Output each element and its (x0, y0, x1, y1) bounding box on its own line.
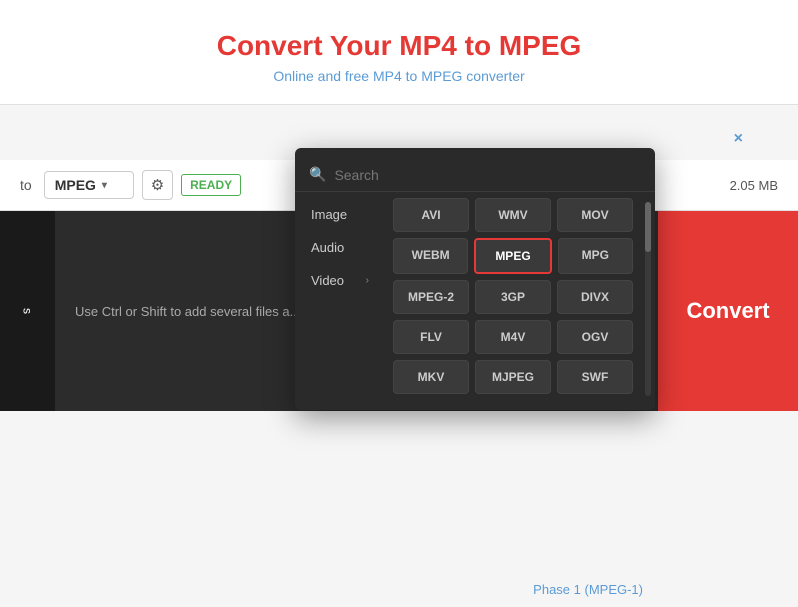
format-row-1: AVI WMV MOV (393, 198, 633, 232)
close-icon[interactable]: × (734, 130, 743, 148)
format-dropdown[interactable]: MPEG ▾ (44, 171, 134, 199)
phase-label: Phase 1 (MPEG-1) (533, 582, 643, 597)
left-panel-label: s (21, 308, 35, 314)
ready-badge: READY (181, 174, 241, 196)
format-btn-mov[interactable]: MOV (557, 198, 633, 232)
instruction-text: Use Ctrl or Shift to add several files a… (75, 304, 300, 319)
scrollbar-thumb[interactable] (645, 202, 651, 252)
category-image-label: Image (311, 207, 347, 222)
category-list: Image Audio Video › (295, 198, 385, 400)
format-btn-mpeg2[interactable]: MPEG-2 (393, 280, 469, 314)
to-label: to (20, 177, 32, 193)
category-item-image[interactable]: Image (299, 198, 381, 231)
format-btn-webm[interactable]: WEBM (393, 238, 468, 274)
format-btn-mpg[interactable]: MPG (558, 238, 633, 274)
format-btn-divx[interactable]: DIVX (557, 280, 633, 314)
format-row-3: MPEG-2 3GP DIVX (393, 280, 633, 314)
format-row-2: WEBM MPEG MPG (393, 238, 633, 274)
category-video-label: Video (311, 273, 344, 288)
format-btn-wmv[interactable]: WMV (475, 198, 551, 232)
convert-button[interactable]: Convert (658, 211, 798, 411)
scrollbar-track (645, 202, 651, 396)
format-btn-avi[interactable]: AVI (393, 198, 469, 232)
search-input[interactable] (334, 167, 641, 183)
chevron-right-icon: › (366, 275, 369, 286)
left-panel: s (0, 211, 55, 411)
format-btn-swf[interactable]: SWF (557, 360, 633, 394)
format-grid: AVI WMV MOV WEBM MPEG MPG MPEG-2 3GP DIV… (385, 198, 641, 400)
page-subtitle: Online and free MP4 to MPEG converter (20, 68, 778, 84)
file-size: 2.05 MB (730, 178, 778, 193)
search-icon: 🔍 (309, 166, 326, 183)
format-btn-3gp[interactable]: 3GP (475, 280, 551, 314)
format-btn-mpeg[interactable]: MPEG (474, 238, 551, 274)
format-dropdown-panel: 🔍 Image Audio Video › AVI WMV MOV WEBM (295, 148, 655, 410)
dropdown-body: Image Audio Video › AVI WMV MOV WEBM MPE… (295, 198, 655, 400)
category-item-video[interactable]: Video › (299, 264, 381, 297)
settings-button[interactable]: ⚙ (142, 170, 173, 200)
format-btn-flv[interactable]: FLV (393, 320, 469, 354)
format-dropdown-value: MPEG (55, 177, 96, 193)
format-btn-mkv[interactable]: MKV (393, 360, 469, 394)
format-btn-mjpeg[interactable]: MJPEG (475, 360, 551, 394)
category-audio-label: Audio (311, 240, 344, 255)
format-row-4: FLV M4V OGV (393, 320, 633, 354)
format-btn-m4v[interactable]: M4V (475, 320, 551, 354)
category-item-audio[interactable]: Audio (299, 231, 381, 264)
page-title: Convert Your MP4 to MPEG (20, 30, 778, 62)
format-btn-ogv[interactable]: OGV (557, 320, 633, 354)
search-row: 🔍 (295, 158, 655, 192)
format-row-5: MKV MJPEG SWF (393, 360, 633, 394)
header: Convert Your MP4 to MPEG Online and free… (0, 0, 798, 105)
chevron-down-icon: ▾ (102, 180, 107, 191)
